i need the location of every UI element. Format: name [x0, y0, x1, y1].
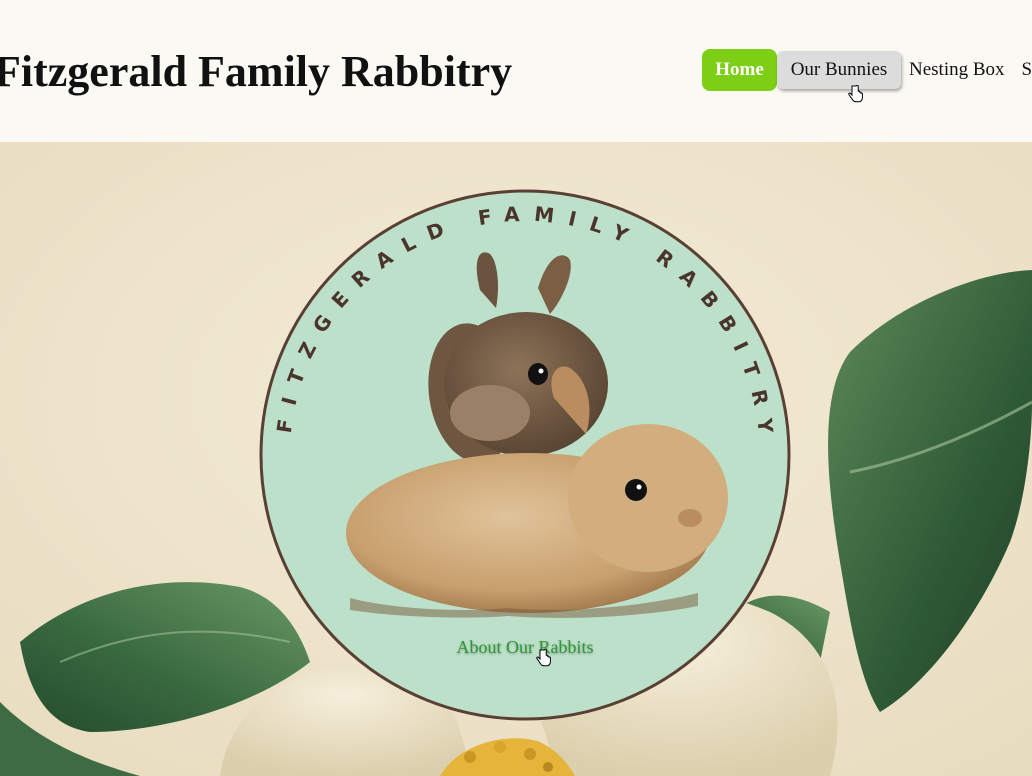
nav-item-truncated[interactable]: S	[1005, 49, 1032, 91]
hand-pointer-icon	[536, 649, 551, 667]
hand-pointer-icon	[848, 85, 863, 103]
nav-home[interactable]: Home	[702, 49, 777, 91]
about-rabbits-link[interactable]: About Our Rabbits	[258, 637, 792, 658]
site-header: Fitzgerald Family Rabbitry Home Our Bunn…	[0, 0, 1032, 142]
rabbitry-badge: FITZGERALD FAMILY RABBITRY About Our Rab…	[258, 188, 792, 722]
site-title[interactable]: Fitzgerald Family Rabbitry	[0, 44, 512, 100]
nav-our-bunnies[interactable]: Our Bunnies	[777, 51, 901, 89]
main-nav: Home Our Bunnies Nesting Box S	[702, 49, 1032, 91]
nav-nesting-box[interactable]: Nesting Box	[901, 49, 1005, 91]
